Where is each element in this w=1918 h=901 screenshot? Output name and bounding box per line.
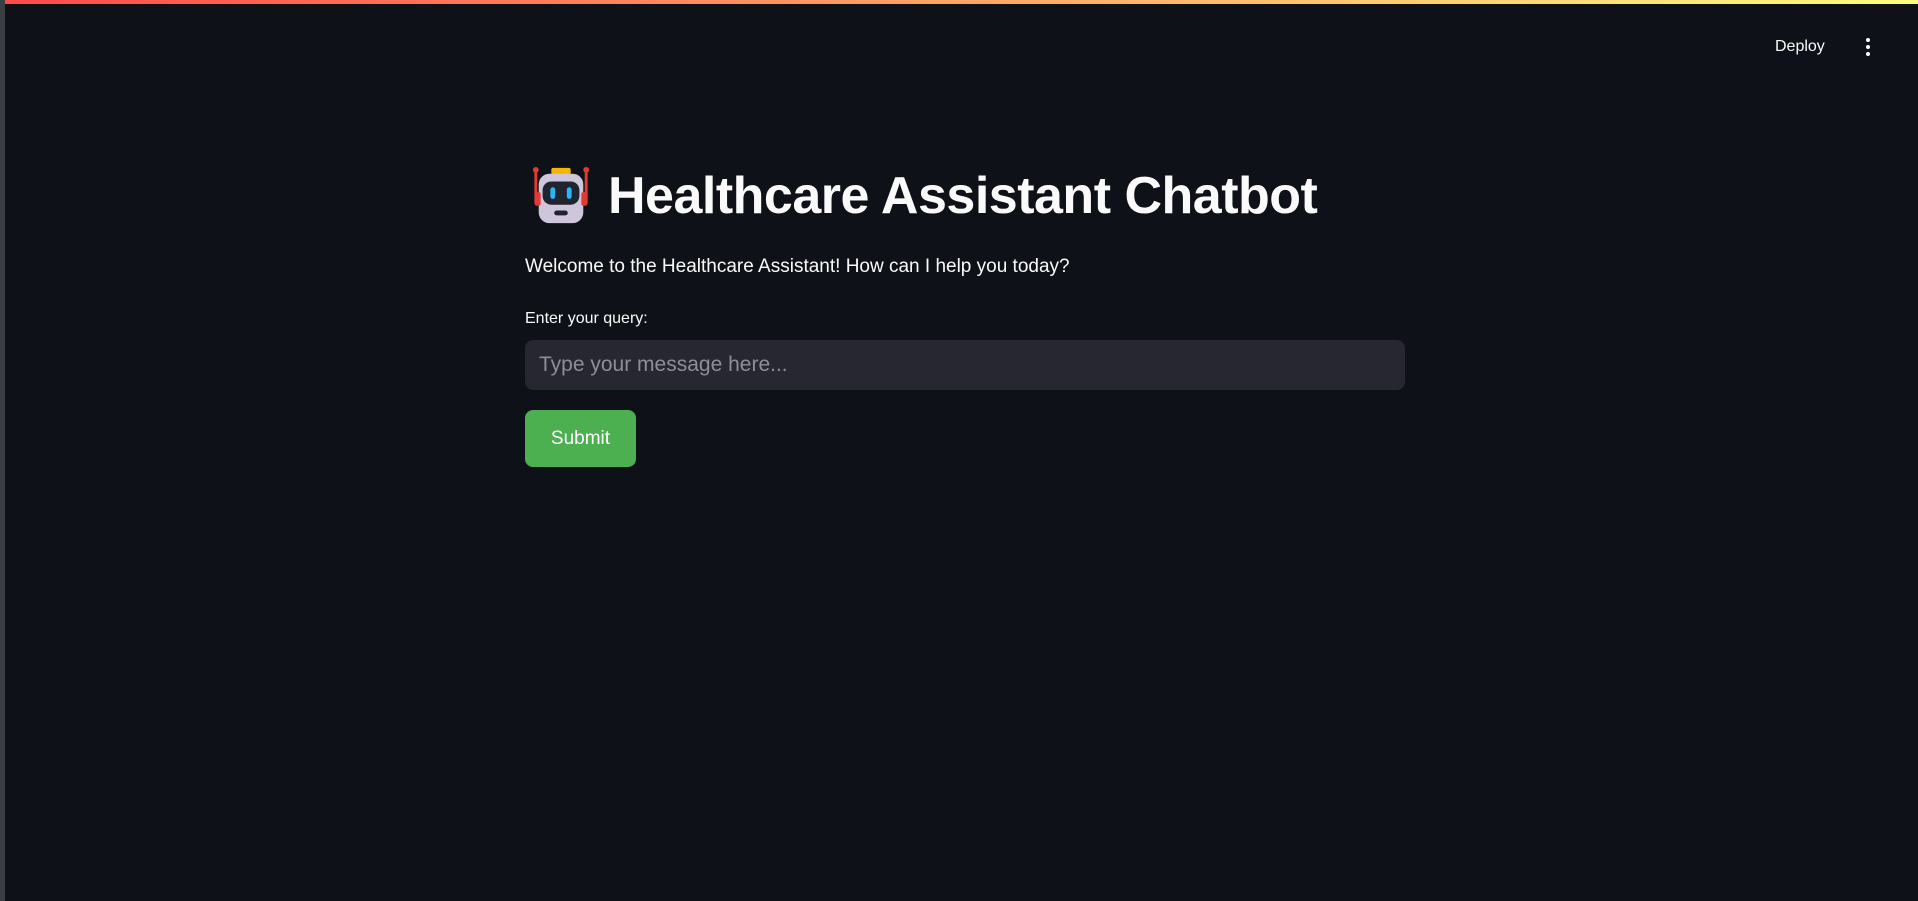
app-window: Deploy Healthcare Assistant Chatbot Welc… — [5, 0, 1918, 901]
query-input[interactable] — [525, 340, 1405, 390]
deploy-button[interactable]: Deploy — [1763, 30, 1837, 64]
title-row: Healthcare Assistant Chatbot — [520, 165, 1318, 227]
welcome-message: Welcome to the Healthcare Assistant! How… — [525, 256, 1070, 277]
app-header: Deploy — [5, 0, 1918, 94]
main-menu-button[interactable] — [1852, 31, 1884, 63]
page-title: Healthcare Assistant Chatbot — [608, 167, 1318, 225]
query-label: Enter your query: — [525, 310, 648, 327]
submit-button[interactable]: Submit — [525, 410, 636, 467]
vertical-ellipsis-icon — [1866, 38, 1870, 56]
robot-icon — [532, 166, 590, 224]
